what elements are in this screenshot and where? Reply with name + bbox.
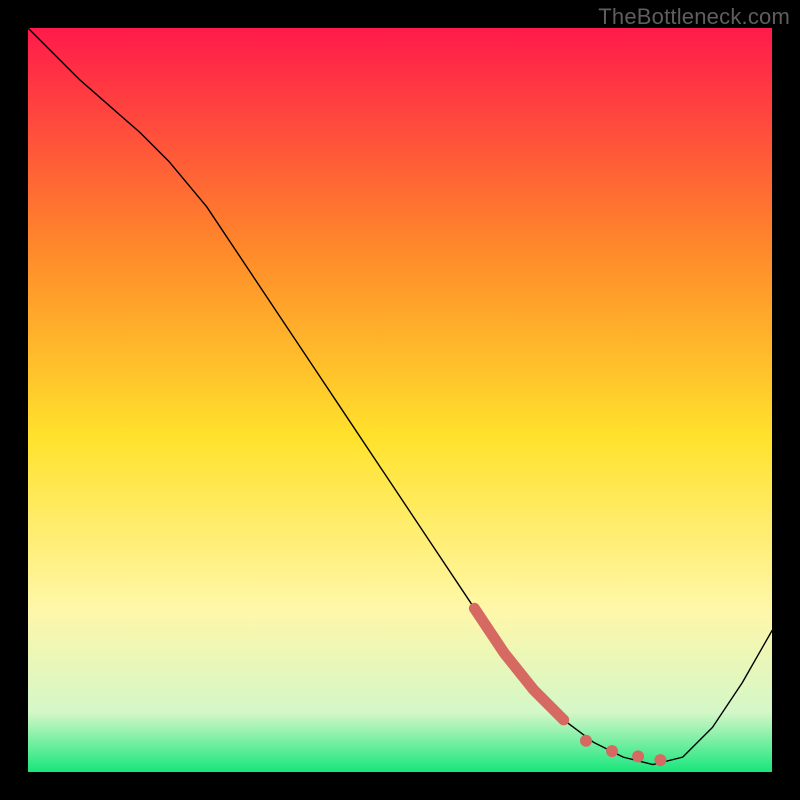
gradient-background	[28, 28, 772, 772]
highlight-dots-dot	[632, 750, 644, 762]
chart-svg	[28, 28, 772, 772]
chart-frame: TheBottleneck.com	[0, 0, 800, 800]
chart-plot	[28, 28, 772, 772]
highlight-dots-dot	[606, 745, 618, 757]
watermark-text: TheBottleneck.com	[598, 4, 790, 30]
highlight-dots-dot	[580, 735, 592, 747]
highlight-dots-dot	[654, 754, 666, 766]
